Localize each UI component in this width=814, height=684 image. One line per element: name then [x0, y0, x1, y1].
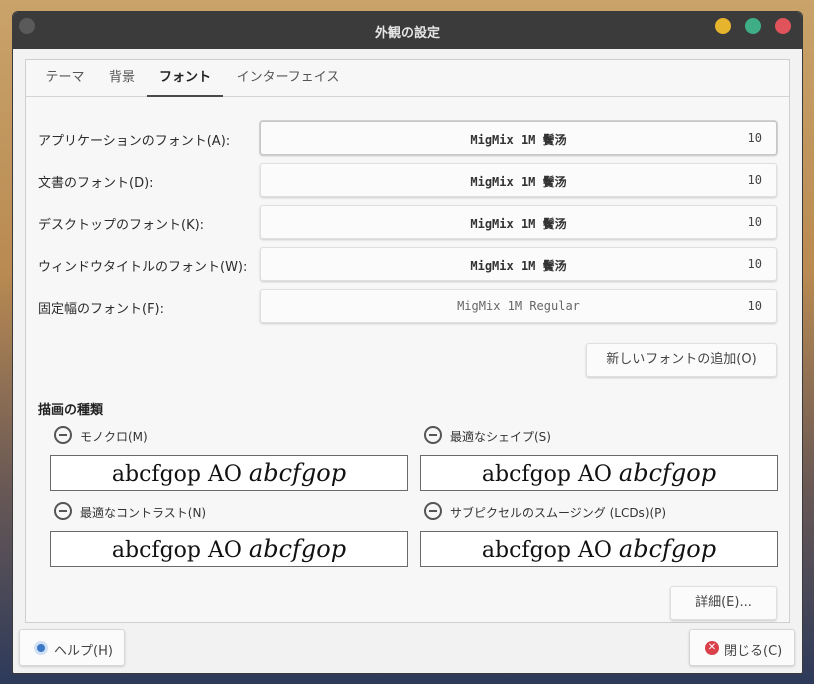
- window-title-font-label: ウィンドウタイトルのフォント(W):: [38, 260, 248, 275]
- monospace-font-name: MigMix 1M Regular: [457, 299, 580, 313]
- best-contrast-radio[interactable]: [54, 502, 72, 520]
- best-contrast-preview: abcfgop AO abcfgop: [50, 531, 408, 567]
- tab-theme[interactable]: テーマ: [36, 60, 94, 97]
- preview-plain-text: abcfgop AO: [481, 538, 612, 563]
- monochrome-label[interactable]: モノクロ(M): [80, 428, 148, 445]
- window-title: 外観の設定: [374, 26, 440, 41]
- preview-plain-text: abcfgop AO: [111, 462, 242, 487]
- document-font-name: MigMix 1M 鬢汤: [470, 175, 567, 189]
- notebook-frame: テーマ 背景 フォント インターフェイス アプリケーションのフォント(A): M…: [25, 59, 790, 623]
- preview-italic-text: abcfgop: [618, 459, 717, 487]
- best-shape-label[interactable]: 最適なシェイプ(S): [450, 428, 551, 445]
- monospace-font-label: 固定幅のフォント(F):: [38, 302, 165, 317]
- preview-italic-text: abcfgop: [618, 535, 717, 563]
- preview-italic-text: abcfgop: [248, 535, 347, 563]
- window-title-font-button[interactable]: MigMix 1M 鬢汤 10: [260, 247, 777, 281]
- preview-plain-text: abcfgop AO: [111, 538, 242, 563]
- monospace-font-size: 10: [747, 299, 762, 313]
- close-window-button[interactable]: [775, 18, 791, 34]
- desktop-font-size: 10: [747, 215, 762, 229]
- details-button[interactable]: 詳細(E)...: [670, 586, 777, 620]
- maximize-button[interactable]: [745, 18, 761, 34]
- monochrome-preview: abcfgop AO abcfgop: [50, 455, 408, 491]
- document-font-size: 10: [747, 173, 762, 187]
- tab-fonts[interactable]: フォント: [147, 60, 223, 97]
- tab-interface[interactable]: インターフェイス: [230, 60, 346, 97]
- help-button[interactable]: ヘルプ(H): [19, 629, 125, 666]
- help-icon: [34, 641, 48, 655]
- help-button-label: ヘルプ(H): [54, 644, 113, 659]
- app-font-name: MigMix 1M 鬢汤: [470, 133, 567, 147]
- tab-bar: テーマ 背景 フォント インターフェイス: [26, 60, 789, 97]
- best-shape-radio[interactable]: [424, 426, 442, 444]
- minimize-button[interactable]: [715, 18, 731, 34]
- add-font-button[interactable]: 新しいフォントの追加(O): [586, 343, 777, 377]
- desktop-font-label: デスクトップのフォント(K):: [38, 218, 205, 233]
- best-shape-preview: abcfgop AO abcfgop: [420, 455, 778, 491]
- document-font-label: 文書のフォント(D):: [38, 176, 154, 191]
- desktop-font-button[interactable]: MigMix 1M 鬢汤 10: [260, 205, 777, 239]
- preview-plain-text: abcfgop AO: [481, 462, 612, 487]
- desktop-font-name: MigMix 1M 鬢汤: [470, 217, 567, 231]
- monospace-font-button[interactable]: MigMix 1M Regular 10: [260, 289, 777, 323]
- rendering-section-title: 描画の種類: [38, 403, 104, 418]
- monochrome-radio[interactable]: [54, 426, 72, 444]
- close-icon: ✕: [705, 641, 719, 655]
- app-font-button[interactable]: MigMix 1M 鬢汤 10: [260, 121, 777, 155]
- preview-italic-text: abcfgop: [248, 459, 347, 487]
- appearance-settings-window: 外観の設定 テーマ 背景 フォント インターフェイス アプリケーションのフォント…: [12, 11, 803, 674]
- best-contrast-label[interactable]: 最適なコントラスト(N): [80, 504, 206, 521]
- app-font-label: アプリケーションのフォント(A):: [38, 134, 231, 149]
- tab-background[interactable]: 背景: [100, 60, 144, 97]
- subpixel-radio[interactable]: [424, 502, 442, 520]
- subpixel-preview: abcfgop AO abcfgop: [420, 531, 778, 567]
- document-font-button[interactable]: MigMix 1M 鬢汤 10: [260, 163, 777, 197]
- title-bar[interactable]: 外観の設定: [13, 12, 802, 49]
- close-button-label: 閉じる(C): [724, 644, 783, 659]
- close-button[interactable]: ✕ 閉じる(C): [689, 629, 795, 666]
- window-title-font-size: 10: [747, 257, 762, 271]
- subpixel-label[interactable]: サブピクセルのスムージング (LCDs)(P): [450, 504, 666, 521]
- window-title-font-name: MigMix 1M 鬢汤: [470, 259, 567, 273]
- app-font-size: 10: [747, 131, 762, 145]
